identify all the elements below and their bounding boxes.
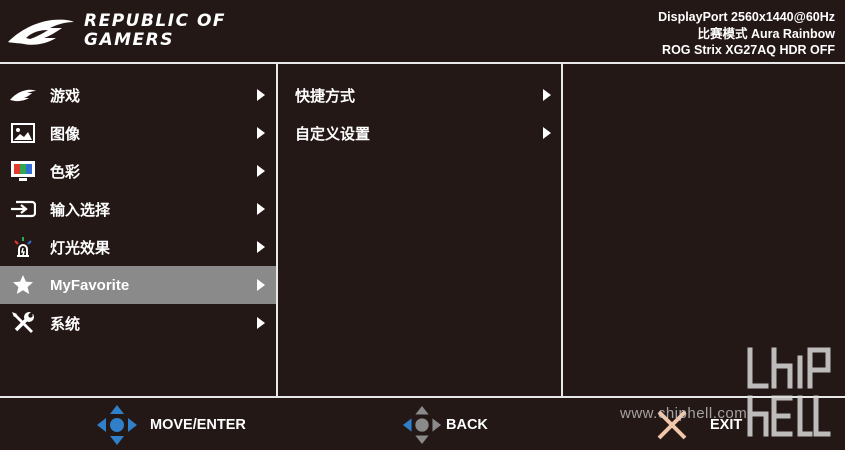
column-divider-1 xyxy=(276,62,278,398)
dpad-blue-icon xyxy=(97,405,137,445)
menu-item-color[interactable]: 色彩 xyxy=(0,152,276,190)
rog-logo-icon xyxy=(8,19,74,45)
menu-item-label: 灯光效果 xyxy=(50,239,111,257)
menu-item-image[interactable]: 图像 xyxy=(0,114,276,152)
chevron-right-icon xyxy=(257,241,265,253)
watermark-text: www.chiphell.com xyxy=(620,405,748,422)
status-info: DisplayPort 2560x1440@60Hz 比赛模式 Aura Rai… xyxy=(658,9,835,59)
column-divider-2 xyxy=(561,62,563,398)
chevron-right-icon xyxy=(257,89,265,101)
chiphell-logo-icon xyxy=(747,347,831,437)
model-info: ROG Strix XG27AQ HDR OFF xyxy=(662,43,835,57)
menu-item-label: 输入选择 xyxy=(50,201,111,219)
footer-divider xyxy=(0,396,845,398)
chevron-right-icon xyxy=(257,165,265,177)
chevron-right-icon xyxy=(257,127,265,139)
submenu-item-shortcut[interactable]: 快捷方式 xyxy=(280,76,560,114)
light-icon xyxy=(9,235,37,259)
menu-item-label: 色彩 xyxy=(50,163,81,181)
main-menu: 游戏 图像 色彩 输入选择 灯光效果 MyFavorite 系统 xyxy=(0,76,276,342)
back-label: BACK xyxy=(446,417,488,433)
menu-item-game[interactable]: 游戏 xyxy=(0,76,276,114)
chevron-right-icon xyxy=(257,279,265,291)
brand-line-1: REPUBLIC OF xyxy=(84,11,227,31)
header-divider xyxy=(0,62,845,64)
menu-item-label: 游戏 xyxy=(50,87,81,105)
menu-item-label: 图像 xyxy=(50,125,81,143)
move-enter-label: MOVE/ENTER xyxy=(150,417,246,433)
color-monitor-icon xyxy=(9,159,37,183)
input-icon xyxy=(9,197,37,221)
menu-item-system[interactable]: 系统 xyxy=(0,304,276,342)
chevron-right-icon xyxy=(257,203,265,215)
submenu-item-custom-setting[interactable]: 自定义设置 xyxy=(280,114,560,152)
brand-line-2: GAMERS xyxy=(84,30,174,50)
chevron-right-icon xyxy=(543,127,551,139)
menu-item-myfavorite[interactable]: MyFavorite xyxy=(0,266,276,304)
back-button[interactable]: BACK xyxy=(402,400,488,450)
submenu-item-label: 自定义设置 xyxy=(295,125,371,143)
tools-icon xyxy=(9,310,37,335)
chevron-right-icon xyxy=(543,89,551,101)
brand-wordmark: REPUBLIC OF GAMERS xyxy=(84,12,226,50)
move-enter-button[interactable]: MOVE/ENTER xyxy=(96,400,246,450)
menu-item-label: MyFavorite xyxy=(50,276,130,294)
signal-info: DisplayPort 2560x1440@60Hz xyxy=(658,10,835,24)
menu-item-lighting[interactable]: 灯光效果 xyxy=(0,228,276,266)
image-icon xyxy=(9,121,37,145)
menu-item-label: 系统 xyxy=(50,315,81,333)
rog-eye-icon xyxy=(9,83,37,107)
sub-menu: 快捷方式 自定义设置 xyxy=(280,76,560,152)
dpad-back-icon xyxy=(402,405,442,445)
chevron-right-icon xyxy=(257,317,265,329)
submenu-item-label: 快捷方式 xyxy=(295,87,356,105)
star-icon xyxy=(9,273,37,297)
header: REPUBLIC OF GAMERS DisplayPort 2560x1440… xyxy=(0,0,845,62)
menu-item-input[interactable]: 输入选择 xyxy=(0,190,276,228)
mode-info: 比赛模式 Aura Rainbow xyxy=(697,26,835,41)
